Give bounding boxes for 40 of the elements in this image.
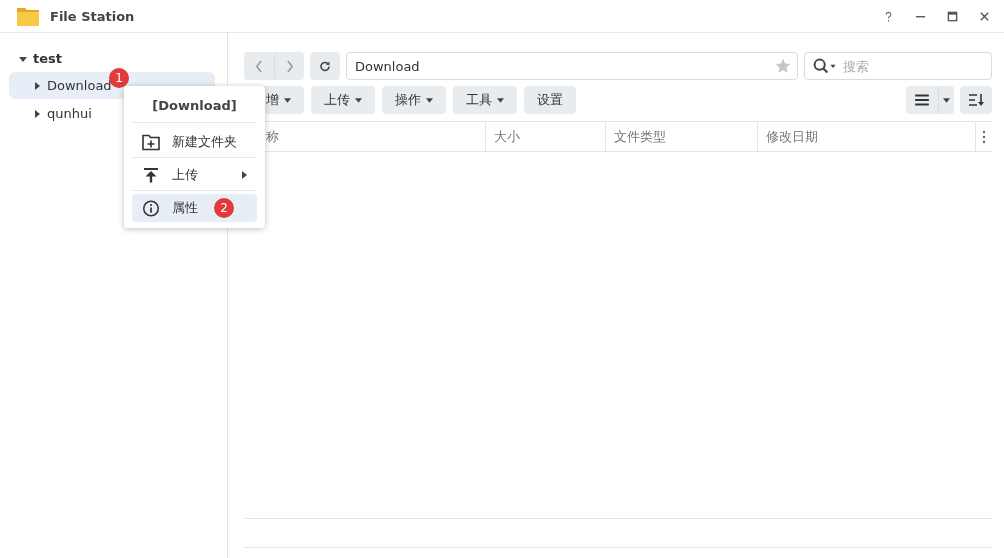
refresh-button[interactable] [310,52,340,80]
toolbar-button[interactable]: 上传 [311,86,375,114]
close-icon[interactable] [979,10,990,22]
list-icon [914,93,930,107]
refresh-icon [319,59,331,73]
search-field[interactable]: 搜索 [804,52,992,80]
menu-title: [Download] [132,90,257,123]
info-icon [142,199,160,217]
menu-item[interactable]: 上传 [132,161,257,189]
star-icon[interactable] [775,58,791,74]
window-title: File Station [50,8,135,24]
toolbar-button[interactable]: 设置 [524,86,576,114]
caret-down-icon[interactable] [19,54,27,63]
column-header[interactable]: 大小 [486,122,606,151]
more-icon[interactable] [982,129,986,144]
folder-icon [16,5,40,27]
maximize-icon[interactable] [947,10,958,22]
sort-icon [968,93,984,107]
tree-item[interactable]: test [33,51,62,66]
add-folder-icon [142,133,160,151]
menu-item-label: 上传 [172,166,198,184]
help-icon[interactable] [883,10,894,22]
toolbar-button[interactable]: 操作 [382,86,446,114]
path-field[interactable]: Download [346,52,798,80]
toolbar-button[interactable]: 工具 [453,86,517,114]
tree-item-label: qunhui [47,106,92,121]
chevron-left-icon [253,59,265,73]
upload-icon [142,166,160,184]
caret-down-icon [943,97,950,103]
sort-button[interactable] [960,86,992,114]
menu-item-label: 属性 [172,199,198,217]
tree-item-label: Download [47,78,112,93]
column-header[interactable]: 文件类型 [606,122,758,151]
step-badge: 2 [214,198,234,218]
column-header[interactable]: 修改日期 [758,122,976,151]
caret-right-icon[interactable] [33,109,41,118]
menu-item-label: 新建文件夹 [172,133,237,151]
search-icon[interactable] [813,58,837,74]
caret-right-icon[interactable] [33,81,41,90]
view-dropdown-button[interactable] [938,86,954,114]
